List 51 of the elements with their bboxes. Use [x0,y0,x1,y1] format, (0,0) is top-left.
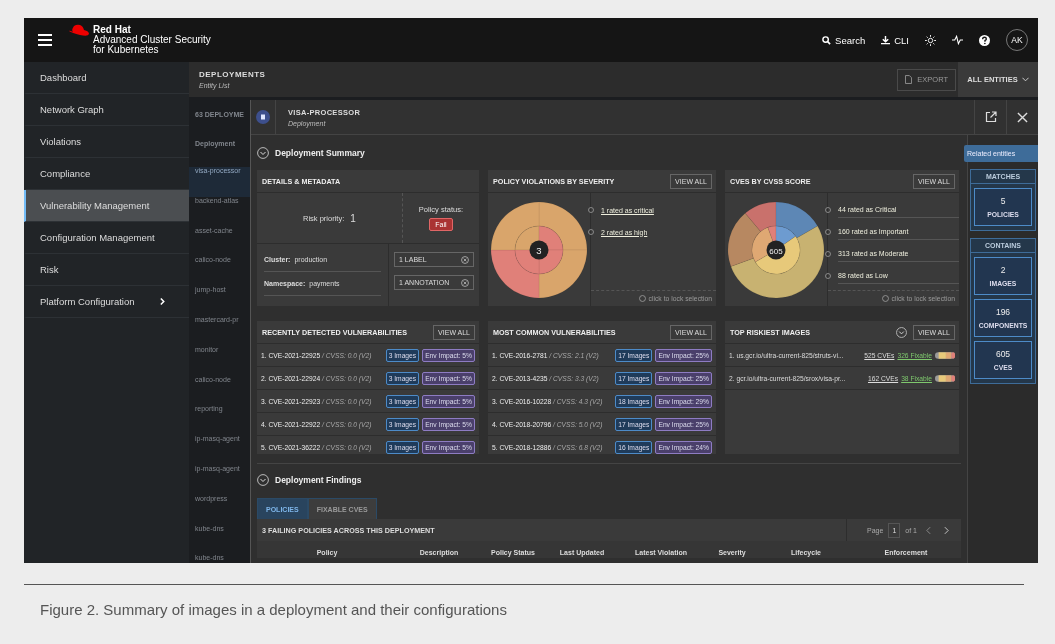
help-icon[interactable] [979,34,990,46]
product-subtitle: for Kubernetes [93,45,160,55]
close-icon [1017,111,1028,123]
severity-bar-icon [935,351,955,359]
nav-item[interactable]: Platform Configuration [24,286,189,318]
legend-marker-icon [825,229,831,235]
nav-item[interactable]: Vulnerability Management [24,190,189,222]
pulse-icon[interactable] [952,35,963,45]
section-heading: Deployment Summary [275,147,365,158]
info-icon [881,295,889,302]
nav-item[interactable]: Risk [24,254,189,286]
close-circle-icon [461,255,469,264]
legend-marker-icon [588,229,594,235]
dropdown-icon[interactable] [896,326,908,338]
risk-value: 1 [350,212,356,224]
chevron-right-icon [160,298,165,305]
brand-name: Red Hat [93,25,132,35]
close-circle-icon [461,278,469,287]
legend-marker-icon [825,251,831,257]
severity-bar-icon [935,374,955,382]
chevron-left-icon [926,525,931,535]
tile-count: 196 [995,307,1011,317]
menu-icon[interactable] [38,34,52,46]
tile-count: 5 [1000,196,1006,206]
nav-item[interactable]: Violations [24,126,189,158]
product-name: Advanced Cluster Security [93,35,211,45]
chevron-down-icon [1021,77,1029,82]
sunburst-chart-drawing[interactable]: 3 [489,199,589,300]
nav-item[interactable]: Network Graph [24,94,189,126]
sun-icon[interactable] [925,34,936,46]
entity-title: DEPLOYMENTS [199,70,266,79]
legend-marker-icon [588,207,594,213]
figure-caption: Figure 2. Summary of images in a deployment and their configurations [40,601,508,618]
search-button[interactable]: Search [822,34,866,46]
legend-marker-icon [825,273,831,279]
deployment-icon [256,110,270,124]
tile-count: 2 [1000,265,1006,275]
chevron-right-icon [944,525,949,535]
tile-count: 605 [995,349,1011,359]
search-icon [822,35,832,45]
hat-logo-icon [68,24,90,38]
info-icon [638,295,646,302]
document-icon [905,75,913,84]
nav-item[interactable]: Configuration Management [24,222,189,254]
collapse-icon[interactable] [257,146,269,159]
collapse-icon[interactable] [257,474,269,486]
download-icon [881,35,891,45]
external-link-icon [984,111,997,123]
cli-download-button[interactable]: CLI [881,34,909,46]
section-heading: Deployment Findings [275,475,362,485]
legend-marker-icon [825,207,831,213]
